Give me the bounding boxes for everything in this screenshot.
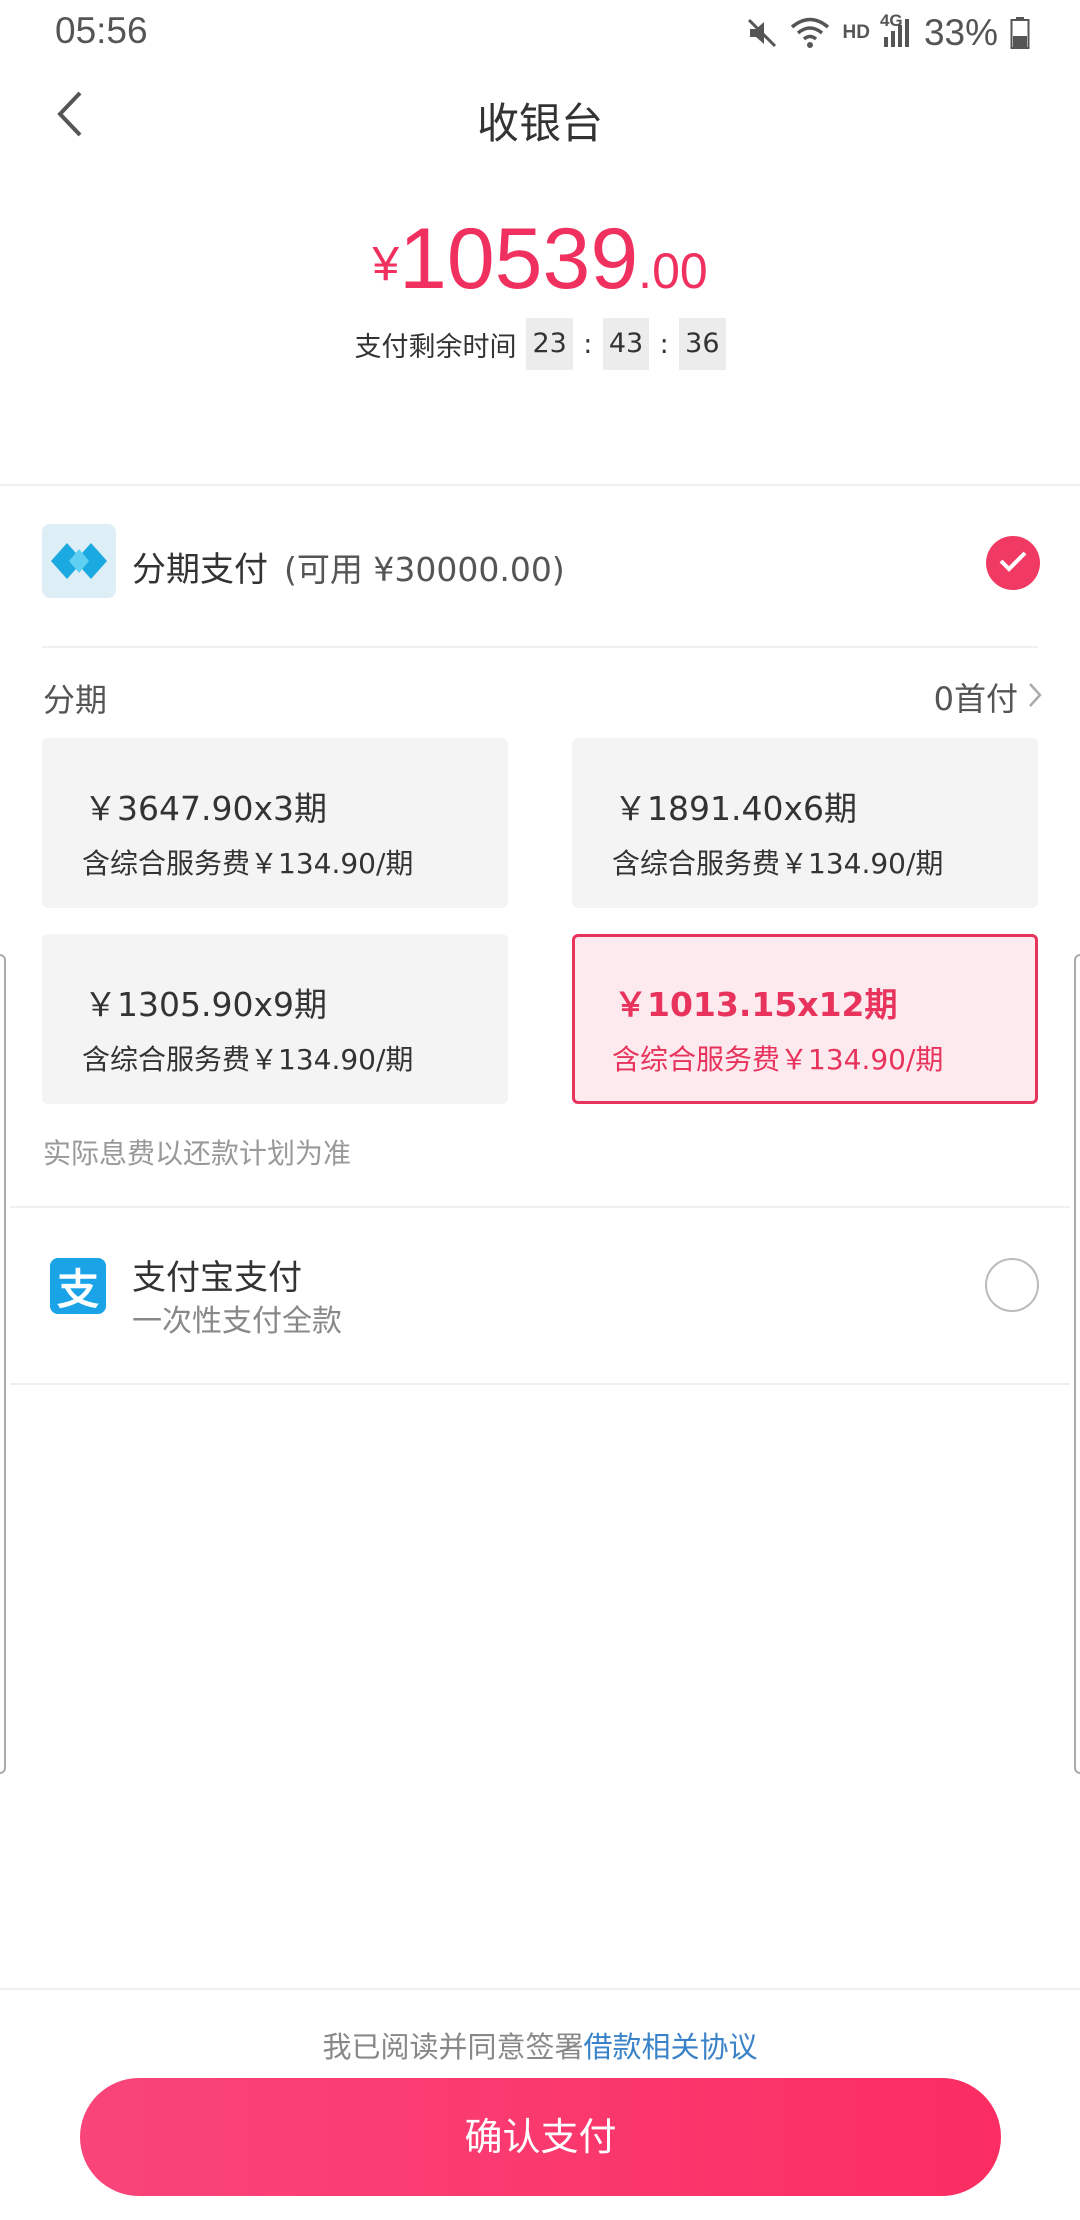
- plan-amount: ￥1891.40x6期: [614, 789, 857, 828]
- chevron-right-icon: [1028, 678, 1042, 716]
- countdown-minutes: 43: [602, 318, 650, 370]
- section-divider: [0, 484, 1080, 486]
- amount-currency: ¥: [372, 238, 400, 291]
- section-divider: [10, 1206, 1070, 1208]
- alipay-radio[interactable]: [985, 1258, 1039, 1312]
- checkmark-icon: [998, 549, 1028, 577]
- status-icons: HD 4G 33%: [746, 8, 1030, 58]
- confirm-payment-button[interactable]: 确认支付: [80, 2078, 1001, 2196]
- down-payment-label: 0首付: [933, 680, 1018, 718]
- signal-icon: 4G: [880, 11, 912, 49]
- installment-plan-12[interactable]: ￥1013.15x12期 含综合服务费￥134.90/期: [572, 934, 1038, 1104]
- installment-section-label: 分期: [43, 681, 108, 719]
- payment-countdown: 支付剩余时间 23 : 43 : 36: [0, 318, 1080, 370]
- agreement-prefix: 我已阅读并同意签署: [322, 2030, 584, 2064]
- installment-logo-icon: [42, 524, 116, 598]
- plan-amount: ￥1013.15x12期: [614, 985, 898, 1024]
- battery-percent: 33%: [923, 12, 998, 53]
- page-title: 收银台: [476, 99, 603, 148]
- alipay-payment-option[interactable]: 支 支付宝支付 一次性支付全款: [0, 1210, 1080, 1385]
- installment-plan-9[interactable]: ￥1305.90x9期 含综合服务费￥134.90/期: [42, 934, 508, 1104]
- countdown-label: 支付剩余时间: [354, 331, 517, 363]
- payment-amount: ¥10539.00: [0, 210, 1080, 309]
- countdown-hours: 23: [526, 318, 573, 370]
- alipay-subtitle: 一次性支付全款: [132, 1304, 342, 1339]
- wifi-icon: [790, 16, 830, 50]
- agreement-link[interactable]: 借款相关协议: [584, 2030, 758, 2064]
- nav-bar: 收银台: [0, 66, 1080, 166]
- mute-icon: [746, 17, 778, 49]
- status-time: 05:56: [55, 10, 148, 51]
- countdown-separator: :: [659, 328, 669, 360]
- amount-integer: 10539: [399, 211, 639, 307]
- installment-available-credit: (可用 ¥30000.00): [284, 550, 565, 589]
- footer: 我已阅读并同意签署借款相关协议 确认支付: [0, 1988, 1080, 2220]
- plan-amount: ￥1305.90x9期: [84, 985, 327, 1024]
- plan-amount: ￥3647.90x3期: [84, 789, 327, 828]
- countdown-seconds: 36: [679, 318, 726, 370]
- installment-plan-6[interactable]: ￥1891.40x6期 含综合服务费￥134.90/期: [572, 738, 1038, 908]
- agreement-text: 我已阅读并同意签署借款相关协议: [0, 2024, 1080, 2066]
- down-payment-selector[interactable]: 0首付: [934, 674, 1042, 720]
- countdown-separator: :: [583, 328, 593, 360]
- amount-decimal: .00: [638, 243, 708, 299]
- status-bar: 05:56 HD 4G 33%: [0, 0, 1080, 66]
- battery-icon: [1010, 16, 1030, 50]
- installment-radio-checked[interactable]: [986, 536, 1040, 590]
- plan-fee: 含综合服务费￥134.90/期: [612, 1043, 944, 1076]
- hd-label: HD: [842, 22, 870, 43]
- plan-fee: 含综合服务费￥134.90/期: [82, 1043, 414, 1076]
- interest-note: 实际息费以还款计划为准: [43, 1137, 352, 1170]
- network-gen-label: 4G: [879, 11, 903, 30]
- plan-fee: 含综合服务费￥134.90/期: [612, 847, 944, 880]
- section-divider: [42, 646, 1038, 648]
- alipay-title: 支付宝支付: [132, 1258, 302, 1298]
- installment-payment-option[interactable]: 分期支付 (可用 ¥30000.00): [0, 500, 1080, 624]
- installment-title: 分期支付: [132, 550, 268, 590]
- installment-plan-3[interactable]: ￥3647.90x3期 含综合服务费￥134.90/期: [42, 738, 508, 908]
- section-divider: [10, 1383, 1070, 1385]
- plan-fee: 含综合服务费￥134.90/期: [82, 847, 414, 880]
- alipay-icon: 支: [50, 1258, 106, 1314]
